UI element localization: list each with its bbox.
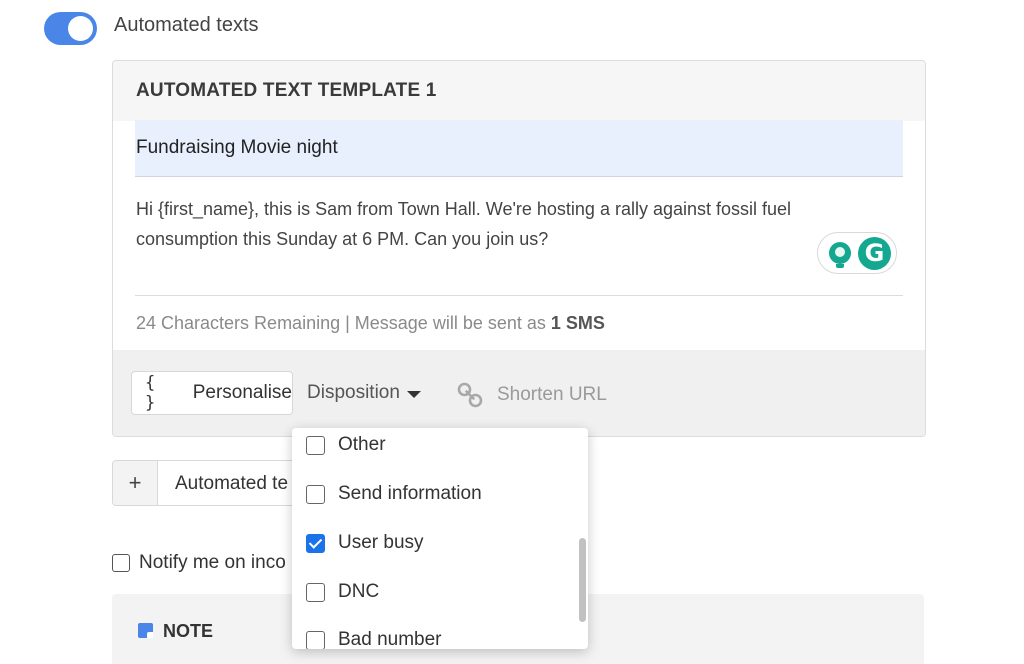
- option-label: Send information: [338, 483, 482, 504]
- disposition-option-other[interactable]: Other: [306, 434, 386, 456]
- card-header: AUTOMATED TEXT TEMPLATE 1: [113, 61, 925, 121]
- personalise-label: Personalise: [192, 382, 292, 403]
- caret-down-icon: [406, 390, 421, 398]
- automated-texts-label: Automated texts: [114, 14, 259, 36]
- option-label: Bad number: [338, 629, 442, 649]
- personalise-button[interactable]: { } Personalise: [131, 371, 293, 415]
- disposition-option-user-busy[interactable]: User busy: [306, 532, 424, 554]
- add-automated-template-button[interactable]: + Automated te: [112, 460, 302, 506]
- grammarly-icon: G: [858, 237, 891, 270]
- lightbulb-icon: [829, 242, 851, 264]
- notify-label: Notify me on inco: [139, 552, 286, 573]
- note-icon: [138, 623, 153, 638]
- disposition-menu: Other Send information User busy DNC Bad…: [292, 428, 588, 649]
- note-title: NOTE: [163, 621, 214, 641]
- character-count-info: 24 Characters Remaining | Message will b…: [136, 313, 605, 334]
- option-checkbox-checked[interactable]: [306, 533, 325, 553]
- option-label: Other: [338, 434, 386, 455]
- template-toolbar: { } Personalise Disposition Shorten URL: [113, 350, 925, 436]
- option-checkbox[interactable]: [306, 630, 325, 649]
- divider: [135, 295, 903, 296]
- shorten-url-button[interactable]: Shorten URL: [457, 382, 607, 408]
- automated-texts-toggle[interactable]: [44, 12, 97, 45]
- link-icon: [457, 382, 483, 408]
- option-checkbox[interactable]: [306, 484, 325, 504]
- add-template-label: Automated te: [175, 473, 289, 494]
- automated-text-template-card: AUTOMATED TEXT TEMPLATE 1 Fundraising Mo…: [112, 60, 926, 437]
- disposition-label: Disposition: [307, 382, 400, 403]
- disposition-dropdown-button[interactable]: Disposition: [307, 382, 421, 404]
- toggle-knob: [68, 16, 93, 41]
- option-label: User busy: [338, 532, 424, 553]
- sms-count: 1 SMS: [550, 313, 605, 333]
- chars-remaining-text: 24 Characters Remaining | Message will b…: [136, 313, 551, 333]
- option-label: DNC: [338, 581, 380, 602]
- dropdown-scrollbar[interactable]: [579, 538, 586, 622]
- disposition-option-bad-number[interactable]: Bad number: [306, 629, 442, 649]
- disposition-option-dnc[interactable]: DNC: [306, 581, 379, 603]
- shorten-url-label: Shorten URL: [497, 384, 607, 405]
- notify-checkbox[interactable]: [112, 554, 130, 572]
- lightbulb-stem: [836, 264, 844, 268]
- disposition-option-send-information[interactable]: Send information: [306, 483, 482, 505]
- subject-field[interactable]: Fundraising Movie night: [135, 120, 903, 177]
- option-checkbox[interactable]: [306, 435, 325, 455]
- plus-icon: +: [113, 461, 158, 505]
- braces-icon: { }: [145, 373, 158, 413]
- option-checkbox[interactable]: [306, 582, 325, 602]
- template-title: AUTOMATED TEXT TEMPLATE 1: [136, 80, 437, 101]
- notify-option[interactable]: Notify me on inco: [112, 552, 286, 574]
- grammarly-widget[interactable]: G: [817, 232, 897, 274]
- message-textarea[interactable]: Hi {first_name}, this is Sam from Town H…: [136, 194, 896, 254]
